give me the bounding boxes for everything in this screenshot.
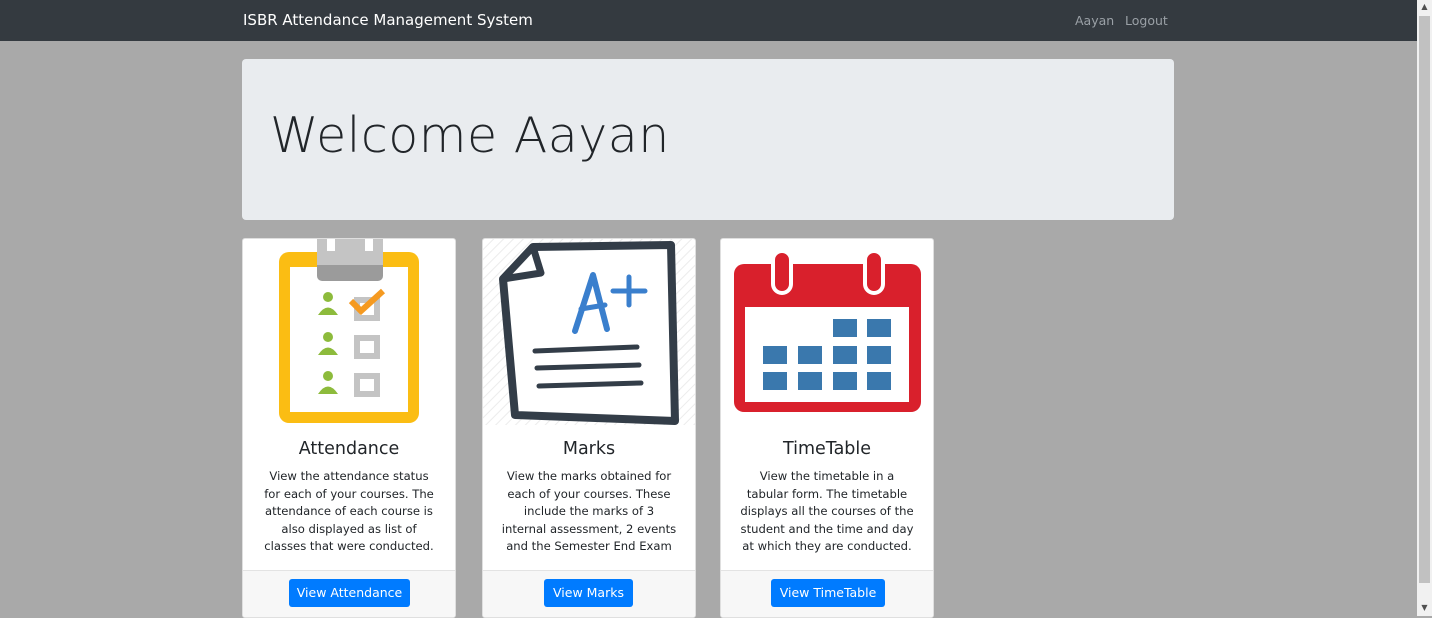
navbar-brand[interactable]: ISBR Attendance Management System xyxy=(243,11,533,29)
calendar-icon xyxy=(734,249,921,412)
scroll-up-arrow-icon[interactable]: ▲ xyxy=(1417,0,1432,14)
attendance-card: Attendance View the attendance status fo… xyxy=(242,238,456,618)
timetable-card-text: View the timetable in a tabular form. Th… xyxy=(740,469,914,554)
scrollbar-thumb[interactable] xyxy=(1419,16,1430,583)
nav-user-link[interactable]: Aayan xyxy=(1075,13,1114,28)
view-timetable-button[interactable]: View TimeTable xyxy=(771,579,885,607)
marks-grade-icon xyxy=(483,239,695,425)
attendance-card-footer: View Attendance xyxy=(243,570,455,617)
page-scrollbar[interactable]: ▲ ▼ xyxy=(1417,0,1432,616)
navbar: ISBR Attendance Management System Aayan … xyxy=(0,0,1417,41)
view-attendance-button[interactable]: View Attendance xyxy=(289,579,410,607)
marks-card: Marks View the marks obtained for each o… xyxy=(482,238,696,618)
attendance-checklist-icon xyxy=(279,239,419,423)
welcome-heading: Welcome Aayan xyxy=(270,107,670,164)
nav-logout-link[interactable]: Logout xyxy=(1125,13,1168,28)
marks-card-text: View the marks obtained for each of your… xyxy=(501,469,677,554)
scroll-down-arrow-icon[interactable]: ▼ xyxy=(1417,601,1432,615)
timetable-card: TimeTable View the timetable in a tabula… xyxy=(720,238,934,618)
marks-card-title: Marks xyxy=(562,439,616,459)
view-marks-button[interactable]: View Marks xyxy=(544,579,633,607)
attendance-card-title: Attendance xyxy=(298,439,400,459)
welcome-jumbotron: Welcome Aayan xyxy=(242,59,1174,220)
attendance-card-text: View the attendance status for each of y… xyxy=(264,469,434,554)
timetable-card-title: TimeTable xyxy=(782,439,872,459)
timetable-card-footer: View TimeTable xyxy=(721,570,933,617)
marks-card-footer: View Marks xyxy=(483,570,695,617)
